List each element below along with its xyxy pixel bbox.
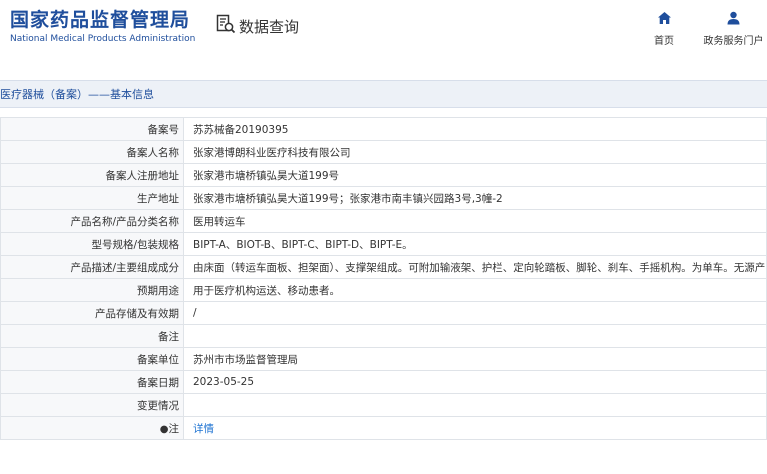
nav-service-portal[interactable]: 政务服务门户 — [700, 10, 767, 47]
logo-chinese-name: 国家药品监督管理局 — [10, 9, 191, 31]
row-label: 备案单位 — [0, 347, 184, 371]
detail-table: 备案号 苏苏械备20190395 备案人名称 张家港博朗科业医疗科技有限公司 备… — [0, 117, 767, 440]
table-row: 备案人名称 张家港博朗科业医疗科技有限公司 — [0, 140, 767, 164]
details-link[interactable]: 详情 — [183, 416, 767, 440]
document-search-icon — [216, 14, 236, 38]
section-header: 医疗器械（备案）——基本信息 — [0, 80, 767, 108]
row-label: 备案人注册地址 — [0, 163, 184, 187]
row-label: 预期用途 — [0, 278, 184, 302]
row-value: 2023-05-25 — [183, 370, 767, 394]
row-value: 医用转运车 — [183, 209, 767, 233]
row-value: / — [183, 301, 767, 325]
table-row: 产品存储及有效期 / — [0, 301, 767, 325]
row-value: 张家港市塘桥镇弘昊大道199号；张家港市南丰镇兴园路3号,3幢-2 — [183, 186, 767, 210]
row-value: 苏苏械备20190395 — [183, 117, 767, 141]
nav-service-portal-label: 政务服务门户 — [703, 36, 764, 47]
table-row: 产品描述/主要组成成分 由床面（转运车面板、担架面）、支撑架组成。可附加输液架、… — [0, 255, 767, 279]
data-query-title: 数据查询 — [216, 14, 299, 38]
table-row: 备案单位 苏州市市场监督管理局 — [0, 347, 767, 371]
row-label: 产品存储及有效期 — [0, 301, 184, 325]
site-logo[interactable]: 国家药品监督管理局 National Medical Products Admi… — [10, 8, 195, 45]
row-value: BIPT-A、BIOT-B、BIPT-C、BIPT-D、BIPT-E。 — [183, 232, 767, 256]
row-label: 备案人名称 — [0, 140, 184, 164]
home-icon — [648, 10, 680, 29]
row-label: 变更情况 — [0, 393, 184, 417]
table-row: 产品名称/产品分类名称 医用转运车 — [0, 209, 767, 233]
user-icon — [700, 10, 767, 29]
site-header: 国家药品监督管理局 National Medical Products Admi… — [0, 0, 767, 58]
row-label: 备注 — [0, 324, 184, 348]
data-query-label: 数据查询 — [239, 17, 300, 36]
row-label: 型号规格/包装规格 — [0, 232, 184, 256]
row-label: 产品名称/产品分类名称 — [0, 209, 184, 233]
table-row: 变更情况 — [0, 393, 767, 417]
row-value: 苏州市市场监督管理局 — [183, 347, 767, 371]
row-label: 生产地址 — [0, 186, 184, 210]
row-label-note: ●注 — [0, 416, 184, 440]
nav-home-label: 首页 — [654, 36, 674, 47]
table-row: ●注 详情 — [0, 416, 767, 440]
row-value: 张家港博朗科业医疗科技有限公司 — [183, 140, 767, 164]
section-title: 医疗器械（备案）——基本信息 — [0, 88, 154, 101]
nav-home[interactable]: 首页 — [648, 10, 680, 47]
table-row: 生产地址 张家港市塘桥镇弘昊大道199号；张家港市南丰镇兴园路3号,3幢-2 — [0, 186, 767, 210]
table-row: 备案号 苏苏械备20190395 — [0, 117, 767, 141]
row-label: 备案日期 — [0, 370, 184, 394]
table-row: 备案人注册地址 张家港市塘桥镇弘昊大道199号 — [0, 163, 767, 187]
row-value: 由床面（转运车面板、担架面）、支撑架组成。可附加输液架、护栏、定向轮踏板、脚轮、… — [183, 255, 767, 279]
row-label-text: 注 — [168, 422, 180, 435]
pin-icon: ● — [159, 423, 169, 435]
row-value: 用于医疗机构运送、移动患者。 — [183, 278, 767, 302]
row-label: 备案号 — [0, 117, 184, 141]
row-value — [183, 324, 767, 348]
table-row: 型号规格/包装规格 BIPT-A、BIOT-B、BIPT-C、BIPT-D、BI… — [0, 232, 767, 256]
table-row: 备注 — [0, 324, 767, 348]
row-value: 张家港市塘桥镇弘昊大道199号 — [183, 163, 767, 187]
row-label: 产品描述/主要组成成分 — [0, 255, 184, 279]
table-row: 备案日期 2023-05-25 — [0, 370, 767, 394]
table-row: 预期用途 用于医疗机构运送、移动患者。 — [0, 278, 767, 302]
row-value — [183, 393, 767, 417]
logo-english-name: National Medical Products Administration — [10, 34, 196, 44]
